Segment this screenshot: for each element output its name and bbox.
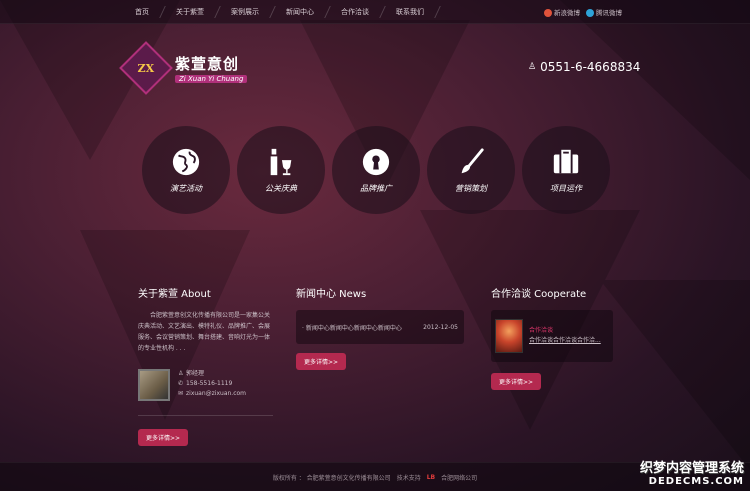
contact-phone: 158-5516-1119 xyxy=(186,380,233,387)
contact-photo xyxy=(138,369,170,401)
contact-email-row: ✉ zixuan@zixuan.com xyxy=(178,389,246,399)
service-performance[interactable]: 演艺活动 xyxy=(142,126,230,214)
cooperate-more-button[interactable]: 更多详情>> xyxy=(491,373,542,390)
contact-card: ♙ 郭经理 ✆ 158-5516-1119 ✉ zixuan@zixuan.com xyxy=(138,369,273,401)
logo-mark: ZX xyxy=(119,41,173,95)
service-marketing[interactable]: 营销策划 xyxy=(427,126,515,214)
contact-name: 郭经理 xyxy=(186,370,205,377)
cooperate-card-link[interactable]: 合作洽谈合作洽谈合作洽... xyxy=(529,336,601,346)
service-brand[interactable]: 品牌推广 xyxy=(332,126,420,214)
news-more-button[interactable]: 更多详情>> xyxy=(296,353,347,370)
service-label: 营销策划 xyxy=(455,183,487,193)
footer-badge: LB xyxy=(426,473,436,481)
weibo-sina-link[interactable]: 新浪微博 xyxy=(544,7,580,17)
tencent-weibo-icon xyxy=(586,9,594,17)
divider xyxy=(138,415,273,416)
contact-email[interactable]: zixuan@zixuan.com xyxy=(186,390,246,397)
main-nav: 首页 关于紫萱 案例展示 新闻中心 合作洽谈 联系我们 xyxy=(128,0,444,24)
footer-copyright: 版权所有 ： 合肥紫萱意创文化传播有限公司 xyxy=(272,474,391,482)
service-project[interactable]: 项目运作 xyxy=(522,126,610,214)
nav-item-cases[interactable]: 案例展示 xyxy=(224,0,266,24)
nav-item-news[interactable]: 新闻中心 xyxy=(279,0,321,24)
nav-item-home[interactable]: 首页 xyxy=(128,0,156,24)
about-more-button[interactable]: 更多详情>> xyxy=(138,429,189,446)
logo-name: 紫萱意创 xyxy=(175,55,240,73)
footer-support: 技术支持 xyxy=(396,474,421,482)
top-bar: 首页 关于紫萱 案例展示 新闻中心 合作洽谈 联系我们 新浪微博 腾讯微博 xyxy=(0,0,750,24)
about-section: 关于紫萱 About 合肥紫萱意创文化传播有限公司是一家集公关庆典活动、文艺演出… xyxy=(138,285,273,446)
phone-number: ♙ 0551-6-4668834 xyxy=(528,60,640,74)
nav-divider xyxy=(434,6,441,18)
globe-icon xyxy=(172,148,200,175)
nav-divider xyxy=(324,6,331,18)
news-item-title: · 新闻中心新闻中心新闻中心新闻中心 xyxy=(302,324,402,332)
service-label: 项目运作 xyxy=(550,183,582,193)
logo-mark-text: ZX xyxy=(137,61,155,75)
site-logo[interactable]: ZX 紫萱意创 Zi Xuan Yi Chuang xyxy=(119,41,248,95)
watermark-line2: DEDECMS.COM xyxy=(648,476,744,487)
about-text: 合肥紫萱意创文化传播有限公司是一家集公关庆典活动、文艺演出、模特礼仪、品牌推广、… xyxy=(138,312,271,352)
footer: 版权所有 ： 合肥紫萱意创文化传播有限公司 技术支持 LB 合肥网络公司 xyxy=(0,462,750,491)
footer-company[interactable]: 合肥网络公司 xyxy=(441,473,477,482)
nav-divider xyxy=(159,6,166,18)
logo-pinyin: Zi Xuan Yi Chuang xyxy=(175,75,248,83)
service-label: 演艺活动 xyxy=(170,183,202,193)
keyhole-icon xyxy=(362,148,390,175)
service-ceremony[interactable]: 公关庆典 xyxy=(237,126,325,214)
nav-divider xyxy=(379,6,386,18)
contact-name-row: ♙ 郭经理 xyxy=(178,369,246,379)
watermark: 织梦内容管理系统 DEDECMS.COM xyxy=(640,457,744,487)
service-label: 品牌推广 xyxy=(360,183,392,193)
brush-icon xyxy=(461,147,484,173)
person-icon: ♙ xyxy=(528,62,537,72)
cooperate-section: 合作洽谈 Cooperate 合作洽谈 合作洽谈合作洽谈合作洽... 更多详情>… xyxy=(491,285,613,390)
nav-divider xyxy=(269,6,276,18)
weibo-icon xyxy=(544,9,552,17)
person-icon: ♙ xyxy=(178,370,184,377)
nav-item-contact[interactable]: 联系我们 xyxy=(389,0,431,24)
phone-icon: ✆ xyxy=(178,380,184,387)
cooperate-card[interactable]: 合作洽谈 合作洽谈合作洽谈合作洽... xyxy=(491,310,613,362)
phone-text: 0551-6-4668834 xyxy=(540,60,641,74)
contact-phone-row: ✆ 158-5516-1119 xyxy=(178,379,246,389)
nav-divider xyxy=(214,6,221,18)
cooperate-card-heading: 合作洽谈 xyxy=(529,327,554,334)
nav-item-cooperate[interactable]: 合作洽谈 xyxy=(334,0,376,24)
news-item[interactable]: · 新闻中心新闻中心新闻中心新闻中心 2012-12-05 xyxy=(296,310,464,344)
mail-icon: ✉ xyxy=(178,390,184,397)
service-label: 公关庆典 xyxy=(265,183,297,193)
social-links: 新浪微博 腾讯微博 xyxy=(544,0,622,24)
cooperate-title: 合作洽谈 Cooperate xyxy=(491,289,587,300)
briefcase-icon xyxy=(553,149,579,173)
weibo-tencent-label: 腾讯微博 xyxy=(596,9,622,17)
news-section: 新闻中心 News · 新闻中心新闻中心新闻中心新闻中心 2012-12-05 … xyxy=(296,285,464,370)
wine-icon xyxy=(270,148,292,175)
news-title: 新闻中心 News xyxy=(296,289,367,300)
service-circles: 演艺活动 公关庆典 品牌推广 营销策划 项目运作 xyxy=(142,126,610,214)
weibo-tencent-link[interactable]: 腾讯微博 xyxy=(586,7,622,17)
about-title: 关于紫萱 About xyxy=(138,289,211,300)
watermark-line1: 织梦内容管理系统 xyxy=(639,461,744,476)
news-item-date: 2012-12-05 xyxy=(423,323,458,331)
nav-item-about[interactable]: 关于紫萱 xyxy=(169,0,211,24)
weibo-sina-label: 新浪微博 xyxy=(554,9,580,17)
cooperate-thumbnail xyxy=(495,319,523,353)
